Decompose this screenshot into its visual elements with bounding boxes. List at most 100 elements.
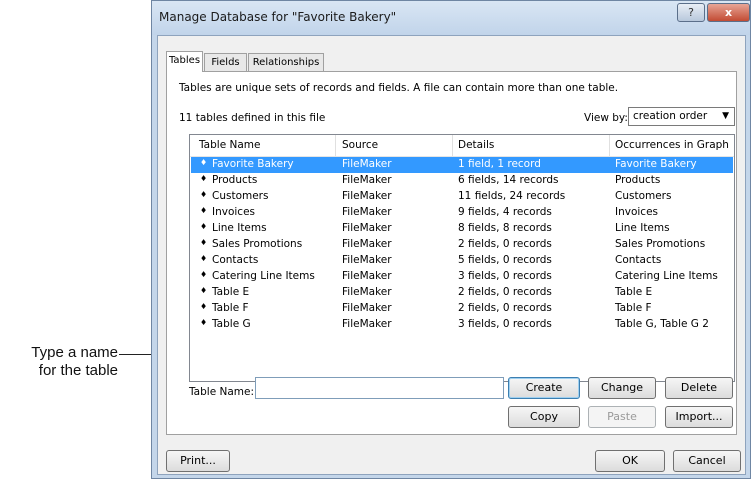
column-divider[interactable] <box>609 135 610 156</box>
column-header-occurrences[interactable]: Occurrences in Graph <box>615 139 729 151</box>
row-table-name: Products <box>212 174 258 186</box>
table-row[interactable]: ♦ Favorite Bakery FileMaker 1 field, 1 r… <box>191 157 733 173</box>
row-details: 11 fields, 24 records <box>458 190 566 202</box>
table-row[interactable]: ♦ Customers FileMaker 11 fields, 24 reco… <box>191 189 733 205</box>
row-source: FileMaker <box>342 158 392 170</box>
window-title: Manage Database for "Favorite Bakery" <box>159 10 397 24</box>
column-header-source[interactable]: Source <box>342 139 378 151</box>
row-source: FileMaker <box>342 174 392 186</box>
row-details: 8 fields, 8 records <box>458 222 552 234</box>
tables-panel: Tables are unique sets of records and fi… <box>166 71 737 435</box>
table-name-input[interactable] <box>255 377 504 399</box>
bullet-icon: ♦ <box>200 158 208 167</box>
bullet-icon: ♦ <box>200 302 208 311</box>
table-row[interactable]: ♦ Contacts FileMaker 5 fields, 0 records… <box>191 253 733 269</box>
bullet-icon: ♦ <box>200 238 208 247</box>
table-count-text: 11 tables defined in this file <box>179 112 326 124</box>
row-table-name: Line Items <box>212 222 267 234</box>
row-details: 2 fields, 0 records <box>458 302 552 314</box>
row-table-name: Favorite Bakery <box>212 158 294 170</box>
row-source: FileMaker <box>342 302 392 314</box>
dialog-client-area: Tables Fields Relationships Tables are u… <box>157 35 746 475</box>
row-source: FileMaker <box>342 270 392 282</box>
row-details: 6 fields, 14 records <box>458 174 559 186</box>
delete-button[interactable]: Delete <box>665 377 733 399</box>
bullet-icon: ♦ <box>200 286 208 295</box>
table-row[interactable]: ♦ Table E FileMaker 2 fields, 0 records … <box>191 285 733 301</box>
row-details: 9 fields, 4 records <box>458 206 552 218</box>
annotation-line-2: for the table <box>38 362 118 379</box>
bullet-icon: ♦ <box>200 174 208 183</box>
annotation-line-1: Type a name <box>31 344 118 361</box>
row-occurrences: Favorite Bakery <box>615 158 697 170</box>
intro-text: Tables are unique sets of records and fi… <box>179 82 619 94</box>
column-header-table-name[interactable]: Table Name <box>199 139 260 151</box>
row-table-name: Invoices <box>212 206 256 218</box>
tab-relationships[interactable]: Relationships <box>248 53 324 71</box>
table-row[interactable]: ♦ Table F FileMaker 2 fields, 0 records … <box>191 301 733 317</box>
row-table-name: Customers <box>212 190 269 202</box>
title-bar[interactable]: Manage Database for "Favorite Bakery" ? … <box>152 1 750 35</box>
chevron-down-icon: ▼ <box>722 111 729 121</box>
help-button[interactable]: ? <box>677 3 705 22</box>
manage-database-dialog: Manage Database for "Favorite Bakery" ? … <box>151 0 751 479</box>
cancel-button[interactable]: Cancel <box>673 450 741 472</box>
bullet-icon: ♦ <box>200 270 208 279</box>
table-row[interactable]: ♦ Catering Line Items FileMaker 3 fields… <box>191 269 733 285</box>
bullet-icon: ♦ <box>200 206 208 215</box>
table-row[interactable]: ♦ Invoices FileMaker 9 fields, 4 records… <box>191 205 733 221</box>
column-divider[interactable] <box>335 135 336 156</box>
row-occurrences: Sales Promotions <box>615 238 706 250</box>
tables-list[interactable]: Table Name Source Details Occurrences in… <box>189 134 735 382</box>
row-source: FileMaker <box>342 286 392 298</box>
table-row[interactable]: ♦ Table G FileMaker 3 fields, 0 records … <box>191 317 733 333</box>
change-button[interactable]: Change <box>588 377 656 399</box>
row-source: FileMaker <box>342 254 392 266</box>
row-source: FileMaker <box>342 222 392 234</box>
row-occurrences: Line Items <box>615 222 670 234</box>
column-header-details[interactable]: Details <box>458 139 494 151</box>
print-button[interactable]: Print... <box>166 450 230 472</box>
column-divider[interactable] <box>452 135 453 156</box>
row-occurrences: Table E <box>615 286 653 298</box>
row-occurrences: Invoices <box>615 206 659 218</box>
bullet-icon: ♦ <box>200 318 208 327</box>
row-table-name: Table E <box>212 286 250 298</box>
tab-fields[interactable]: Fields <box>204 53 247 71</box>
copy-button[interactable]: Copy <box>508 406 580 428</box>
row-details: 2 fields, 0 records <box>458 286 552 298</box>
tab-tables[interactable]: Tables <box>166 51 203 72</box>
row-occurrences: Catering Line Items <box>615 270 718 282</box>
row-table-name: Catering Line Items <box>212 270 315 282</box>
table-row[interactable]: ♦ Sales Promotions FileMaker 2 fields, 0… <box>191 237 733 253</box>
row-source: FileMaker <box>342 318 392 330</box>
row-table-name: Sales Promotions <box>212 238 303 250</box>
row-table-name: Table F <box>212 302 249 314</box>
view-by-value: creation order <box>633 110 708 122</box>
row-occurrences: Table F <box>615 302 652 314</box>
row-details: 2 fields, 0 records <box>458 238 552 250</box>
ok-button[interactable]: OK <box>595 450 665 472</box>
bullet-icon: ♦ <box>200 222 208 231</box>
view-by-select[interactable]: creation order ▼ <box>628 107 735 126</box>
row-table-name: Table G <box>212 318 251 330</box>
view-by-label: View by: <box>584 112 628 124</box>
row-occurrences: Table G, Table G 2 <box>615 318 709 330</box>
row-details: 5 fields, 0 records <box>458 254 552 266</box>
paste-button[interactable]: Paste <box>588 406 656 428</box>
close-button[interactable]: x <box>707 3 750 22</box>
bullet-icon: ♦ <box>200 190 208 199</box>
row-details: 3 fields, 0 records <box>458 270 552 282</box>
table-name-label: Table Name: <box>189 386 255 398</box>
row-source: FileMaker <box>342 190 392 202</box>
import-button[interactable]: Import... <box>665 406 733 428</box>
row-source: FileMaker <box>342 206 392 218</box>
table-row[interactable]: ♦ Products FileMaker 6 fields, 14 record… <box>191 173 733 189</box>
create-button[interactable]: Create <box>508 377 580 399</box>
list-header: Table Name Source Details Occurrences in… <box>190 135 734 157</box>
row-source: FileMaker <box>342 238 392 250</box>
row-occurrences: Contacts <box>615 254 662 266</box>
row-occurrences: Products <box>615 174 661 186</box>
table-row[interactable]: ♦ Line Items FileMaker 8 fields, 8 recor… <box>191 221 733 237</box>
row-details: 1 field, 1 record <box>458 158 541 170</box>
